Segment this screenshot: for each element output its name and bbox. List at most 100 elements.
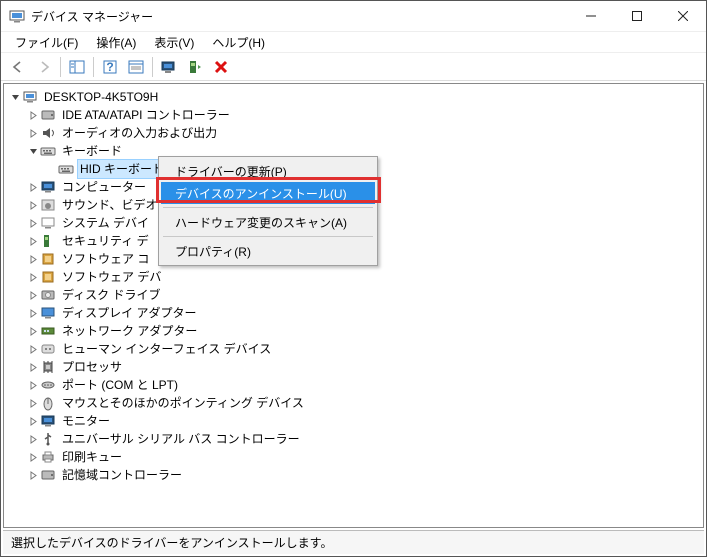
close-button[interactable]	[660, 1, 706, 31]
uninstall-button[interactable]	[209, 55, 233, 79]
ctx-update-driver[interactable]: ドライバーの更新(P)	[161, 160, 375, 182]
update-driver-button[interactable]	[183, 55, 207, 79]
tree-item-label: キーボード	[60, 142, 124, 160]
back-button[interactable]	[6, 55, 30, 79]
menu-view[interactable]: 表示(V)	[146, 32, 202, 53]
help-button[interactable]: ?	[98, 55, 122, 79]
chevron-right-icon[interactable]	[26, 363, 40, 372]
svg-text:?: ?	[106, 60, 113, 74]
chevron-right-icon[interactable]	[26, 291, 40, 300]
chevron-right-icon[interactable]	[26, 327, 40, 336]
swcomp-icon	[40, 251, 56, 267]
chevron-right-icon[interactable]	[26, 471, 40, 480]
tree-item-label: 印刷キュー	[60, 448, 124, 466]
tree-item-label: セキュリティ デ	[60, 232, 151, 250]
chevron-right-icon[interactable]	[26, 417, 40, 426]
chevron-right-icon[interactable]	[26, 381, 40, 390]
tree-item-swdev[interactable]: ソフトウェア デバ	[6, 268, 701, 286]
tree-item-label: 記憶域コントローラー	[60, 466, 184, 484]
storage-icon	[40, 467, 56, 483]
chevron-right-icon[interactable]	[26, 237, 40, 246]
status-text: 選択したデバイスのドライバーをアンインストールします。	[11, 534, 332, 551]
tree-item-label: IDE ATA/ATAPI コントローラー	[60, 106, 232, 124]
chevron-right-icon[interactable]	[26, 111, 40, 120]
root-icon	[22, 89, 38, 105]
hidkbd-icon	[58, 161, 74, 177]
tree-item-label: ヒューマン インターフェイス デバイス	[60, 340, 273, 358]
chevron-right-icon[interactable]	[26, 273, 40, 282]
context-menu: ドライバーの更新(P) デバイスのアンインストール(U) ハードウェア変更のスキ…	[158, 156, 378, 266]
ctx-uninstall-device[interactable]: デバイスのアンインストール(U)	[161, 182, 375, 204]
tree-item-print[interactable]: 印刷キュー	[6, 448, 701, 466]
tree-item-storage[interactable]: 記憶域コントローラー	[6, 466, 701, 484]
chevron-right-icon[interactable]	[26, 129, 40, 138]
menu-action[interactable]: 操作(A)	[88, 32, 144, 53]
tree-item-mouse[interactable]: マウスとそのほかのポインティング デバイス	[6, 394, 701, 412]
tree-item-monitor[interactable]: モニター	[6, 412, 701, 430]
chevron-right-icon[interactable]	[26, 309, 40, 318]
usb-icon	[40, 431, 56, 447]
ctx-separator	[163, 207, 373, 208]
statusbar: 選択したデバイスのドライバーをアンインストールします。	[3, 530, 704, 554]
app-icon	[9, 8, 25, 24]
ports-icon	[40, 377, 56, 393]
tree-item-root[interactable]: DESKTOP-4K5TO9H	[6, 88, 701, 106]
tree-item-ide[interactable]: IDE ATA/ATAPI コントローラー	[6, 106, 701, 124]
titlebar[interactable]: デバイス マネージャー	[1, 1, 706, 31]
ctx-scan-hardware[interactable]: ハードウェア変更のスキャン(A)	[161, 211, 375, 233]
mouse-icon	[40, 395, 56, 411]
network-icon	[40, 323, 56, 339]
chevron-right-icon[interactable]	[26, 219, 40, 228]
swdev-icon	[40, 269, 56, 285]
tree-item-label: コンピューター	[60, 178, 148, 196]
maximize-button[interactable]	[614, 1, 660, 31]
minimize-button[interactable]	[568, 1, 614, 31]
chevron-right-icon[interactable]	[26, 399, 40, 408]
hid-icon	[40, 341, 56, 357]
display-icon	[40, 305, 56, 321]
monitor-icon	[40, 413, 56, 429]
tree-item-label: プロセッサ	[60, 358, 124, 376]
tree-item-ports[interactable]: ポート (COM と LPT)	[6, 376, 701, 394]
device-manager-window: デバイス マネージャー ファイル(F) 操作(A) 表示(V) ヘルプ(H) ?…	[0, 0, 707, 557]
ctx-separator	[163, 236, 373, 237]
chevron-down-icon[interactable]	[8, 93, 22, 102]
chevron-right-icon[interactable]	[26, 453, 40, 462]
ide-icon	[40, 107, 56, 123]
chevron-right-icon[interactable]	[26, 201, 40, 210]
tree-item-label: ディスプレイ アダプター	[60, 304, 199, 322]
forward-button[interactable]	[32, 55, 56, 79]
security-icon	[40, 233, 56, 249]
computer-icon	[40, 179, 56, 195]
tree-item-hid[interactable]: ヒューマン インターフェイス デバイス	[6, 340, 701, 358]
tree-item-network[interactable]: ネットワーク アダプター	[6, 322, 701, 340]
tree-item-label: ネットワーク アダプター	[60, 322, 199, 340]
keyboard-icon	[40, 143, 56, 159]
menubar: ファイル(F) 操作(A) 表示(V) ヘルプ(H)	[1, 31, 706, 53]
cpu-icon	[40, 359, 56, 375]
tree-item-label: オーディオの入力および出力	[60, 124, 219, 142]
tree-item-cpu[interactable]: プロセッサ	[6, 358, 701, 376]
tree-item-label: ユニバーサル シリアル バス コントローラー	[60, 430, 302, 448]
toolbar: ?	[1, 53, 706, 81]
disk-icon	[40, 287, 56, 303]
chevron-down-icon[interactable]	[26, 147, 40, 156]
scan-hardware-button[interactable]	[157, 55, 181, 79]
chevron-right-icon[interactable]	[26, 183, 40, 192]
menu-help[interactable]: ヘルプ(H)	[204, 32, 273, 53]
device-tree-pane[interactable]: DESKTOP-4K5TO9HIDE ATA/ATAPI コントローラーオーディ…	[3, 83, 704, 528]
tree-item-display[interactable]: ディスプレイ アダプター	[6, 304, 701, 322]
properties-button[interactable]	[124, 55, 148, 79]
tree-item-label: システム デバイ	[60, 214, 151, 232]
sound-icon	[40, 197, 56, 213]
chevron-right-icon[interactable]	[26, 435, 40, 444]
chevron-right-icon[interactable]	[26, 255, 40, 264]
menu-file[interactable]: ファイル(F)	[7, 32, 86, 53]
tree-item-audio[interactable]: オーディオの入力および出力	[6, 124, 701, 142]
ctx-properties[interactable]: プロパティ(R)	[161, 240, 375, 262]
tree-item-usb[interactable]: ユニバーサル シリアル バス コントローラー	[6, 430, 701, 448]
tree-item-label: DESKTOP-4K5TO9H	[42, 88, 160, 106]
tree-item-disk[interactable]: ディスク ドライブ	[6, 286, 701, 304]
chevron-right-icon[interactable]	[26, 345, 40, 354]
show-hide-tree-button[interactable]	[65, 55, 89, 79]
